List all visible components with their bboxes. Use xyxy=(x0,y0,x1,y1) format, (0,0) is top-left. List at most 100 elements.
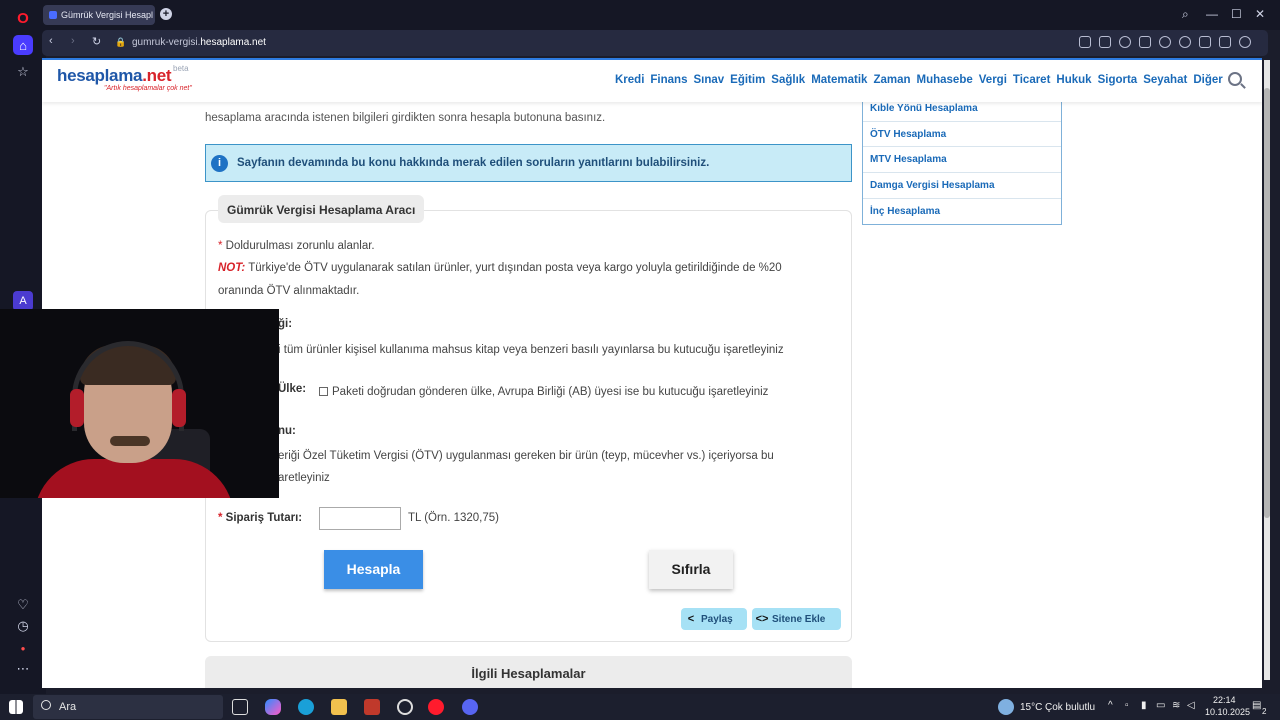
home-icon[interactable]: ⌂ xyxy=(13,35,33,55)
side-links: Kıble Yönü Hesaplama ÖTV Hesaplama MTV H… xyxy=(862,96,1062,226)
amount-label-text: Sipariş Tutarı: xyxy=(225,512,303,524)
shield-icon[interactable] xyxy=(1119,36,1131,48)
close-icon[interactable]: ✕ xyxy=(1255,7,1265,21)
note-line2: oranında ÖTV alınmaktadır. xyxy=(218,285,360,297)
share-button[interactable]: < Paylaş xyxy=(681,608,747,630)
share-label: Paylaş xyxy=(701,614,733,625)
nav-item-ticaret[interactable]: Ticaret xyxy=(1013,74,1051,86)
favicon-icon xyxy=(49,11,57,19)
code-icon: <> xyxy=(755,613,769,625)
nav-item-kredi[interactable]: Kredi xyxy=(615,74,644,86)
copilot-icon[interactable] xyxy=(265,699,281,715)
forward-icon[interactable]: › xyxy=(71,35,75,47)
site-logo[interactable]: hesaplama.net xyxy=(57,66,172,86)
headset-ear-left xyxy=(70,389,84,427)
heart-toolbar-icon[interactable] xyxy=(1179,36,1191,48)
tab-gumruk-vergisi[interactable]: Gümrük Vergisi Hesaplama xyxy=(43,5,155,25)
nav-item-vergi[interactable]: Vergi xyxy=(979,74,1007,86)
main-nav: Kredi Finans Sınav Eğitim Sağlık Matemat… xyxy=(615,74,1223,86)
app-red-icon[interactable] xyxy=(364,699,380,715)
taskbar: Ara 15°C Çok bulutlu ^ ▫ ▮ ▭ ≋ ◁ 22:14 1… xyxy=(0,694,1280,720)
notification-icon[interactable]: ▤ xyxy=(1252,700,1261,711)
nav-item-egitim[interactable]: Eğitim xyxy=(730,74,765,86)
tray-icon-1[interactable]: ▫ xyxy=(1125,700,1129,711)
discord-icon[interactable] xyxy=(462,699,478,715)
nav-item-sinav[interactable]: Sınav xyxy=(693,74,724,86)
volume-icon[interactable]: ◁ xyxy=(1187,700,1195,711)
nav-item-finans[interactable]: Finans xyxy=(650,74,687,86)
tab-search-icon[interactable]: ⌕ xyxy=(1182,7,1189,22)
task-view-icon[interactable] xyxy=(232,699,248,715)
headset-ear-right xyxy=(172,389,186,427)
weather-text[interactable]: Çok bulutlu xyxy=(1045,702,1095,713)
edit-icon[interactable] xyxy=(1079,36,1091,48)
app-circle-icon[interactable] xyxy=(397,699,413,715)
required-note: * Doldurulması zorunlu alanlar. xyxy=(218,240,375,252)
side-link-inc[interactable]: İnç Hesaplama xyxy=(863,199,1061,225)
calculator-title: Gümrük Vergisi Hesaplama Aracı xyxy=(218,195,425,223)
info-box: i Sayfanın devamında bu konu hakkında me… xyxy=(205,144,852,182)
new-tab-button[interactable]: + xyxy=(160,8,172,20)
nav-item-matematik[interactable]: Matematik xyxy=(811,74,867,86)
windows-start-icon[interactable] xyxy=(9,700,23,714)
required-note-text: Doldurulması zorunlu alanlar. xyxy=(225,240,375,252)
nav-item-hukuk[interactable]: Hukuk xyxy=(1056,74,1091,86)
clock-date[interactable]: 10.10.2025 xyxy=(1205,707,1250,717)
calculate-button[interactable]: Hesapla xyxy=(324,550,423,589)
site-header: hesaplama.net beta "Artık hesaplamalar ç… xyxy=(42,60,1262,102)
maximize-icon[interactable]: ☐ xyxy=(1231,7,1242,21)
tray-chevron-icon[interactable]: ^ xyxy=(1108,700,1113,711)
webcam-overlay xyxy=(0,309,279,498)
history-icon[interactable]: ◷ xyxy=(13,616,33,636)
nav-item-saglik[interactable]: Sağlık xyxy=(771,74,805,86)
clock-time[interactable]: 22:14 xyxy=(1213,695,1236,705)
lock-icon: 🔒 xyxy=(115,37,127,47)
nav-item-seyahat[interactable]: Seyahat xyxy=(1143,74,1187,86)
order-amount-input[interactable] xyxy=(319,507,401,530)
page-scrollbar-thumb[interactable] xyxy=(1264,88,1270,518)
side-link-mtv[interactable]: MTV Hesaplama xyxy=(863,147,1061,174)
bookmark-icon[interactable]: ☆ xyxy=(13,62,33,82)
edge-icon[interactable] xyxy=(298,699,314,715)
minimize-icon[interactable]: — xyxy=(1206,7,1218,21)
nav-item-diger[interactable]: Diğer xyxy=(1193,74,1222,86)
reset-button[interactable]: Sıfırla xyxy=(649,550,733,589)
eu-country-checkbox[interactable] xyxy=(319,387,328,396)
field3-label: nu: xyxy=(278,425,296,437)
notification-count: 2 xyxy=(1262,707,1267,716)
taskbar-search[interactable]: Ara xyxy=(33,695,223,719)
back-icon[interactable]: ‹ xyxy=(49,35,53,47)
side-link-damga[interactable]: Damga Vergisi Hesaplama xyxy=(863,173,1061,199)
file-explorer-icon[interactable] xyxy=(331,699,347,715)
url-domain: hesaplama.net xyxy=(200,37,266,48)
intro-text-line2: hesaplama aracında istenen bilgileri gir… xyxy=(205,112,606,124)
nav-item-zaman[interactable]: Zaman xyxy=(873,74,910,86)
battery-icon[interactable]: ▭ xyxy=(1156,700,1165,711)
embed-label: Sitene Ekle xyxy=(772,614,826,625)
nav-item-muhasebe[interactable]: Muhasebe xyxy=(917,74,973,86)
reload-icon[interactable]: ↻ xyxy=(92,35,101,48)
weather-temp[interactable]: 15°C xyxy=(1020,702,1042,713)
extension-badge-icon[interactable]: ● xyxy=(13,638,33,658)
more-icon[interactable]: ⋯ xyxy=(13,659,33,679)
wifi-icon[interactable]: ≋ xyxy=(1172,700,1180,711)
search-icon[interactable] xyxy=(1228,72,1242,86)
field2-label: Ülke: xyxy=(278,383,307,395)
vpn-icon[interactable] xyxy=(1139,36,1151,48)
play-icon[interactable] xyxy=(1159,36,1171,48)
aria-icon[interactable]: A xyxy=(13,291,33,311)
side-link-otv[interactable]: ÖTV Hesaplama xyxy=(863,122,1061,148)
opera-logo-icon[interactable]: O xyxy=(13,8,33,28)
nav-item-sigorta[interactable]: Sigorta xyxy=(1098,74,1138,86)
opera-taskbar-icon[interactable] xyxy=(428,699,444,715)
note-text-1: Türkiye'de ÖTV uygulanarak satılan ürünl… xyxy=(248,262,782,274)
camera-icon[interactable] xyxy=(1099,36,1111,48)
heart-icon[interactable]: ♡ xyxy=(13,595,33,615)
mic-icon[interactable]: ▮ xyxy=(1141,700,1147,711)
embed-button[interactable]: <> Sitene Ekle xyxy=(752,608,841,630)
info-icon: i xyxy=(211,155,228,172)
download-icon[interactable] xyxy=(1199,36,1211,48)
profile-icon[interactable] xyxy=(1239,36,1251,48)
url-field[interactable]: gumruk-vergisi.hesaplama.net xyxy=(132,37,266,48)
menu-icon[interactable] xyxy=(1219,36,1231,48)
